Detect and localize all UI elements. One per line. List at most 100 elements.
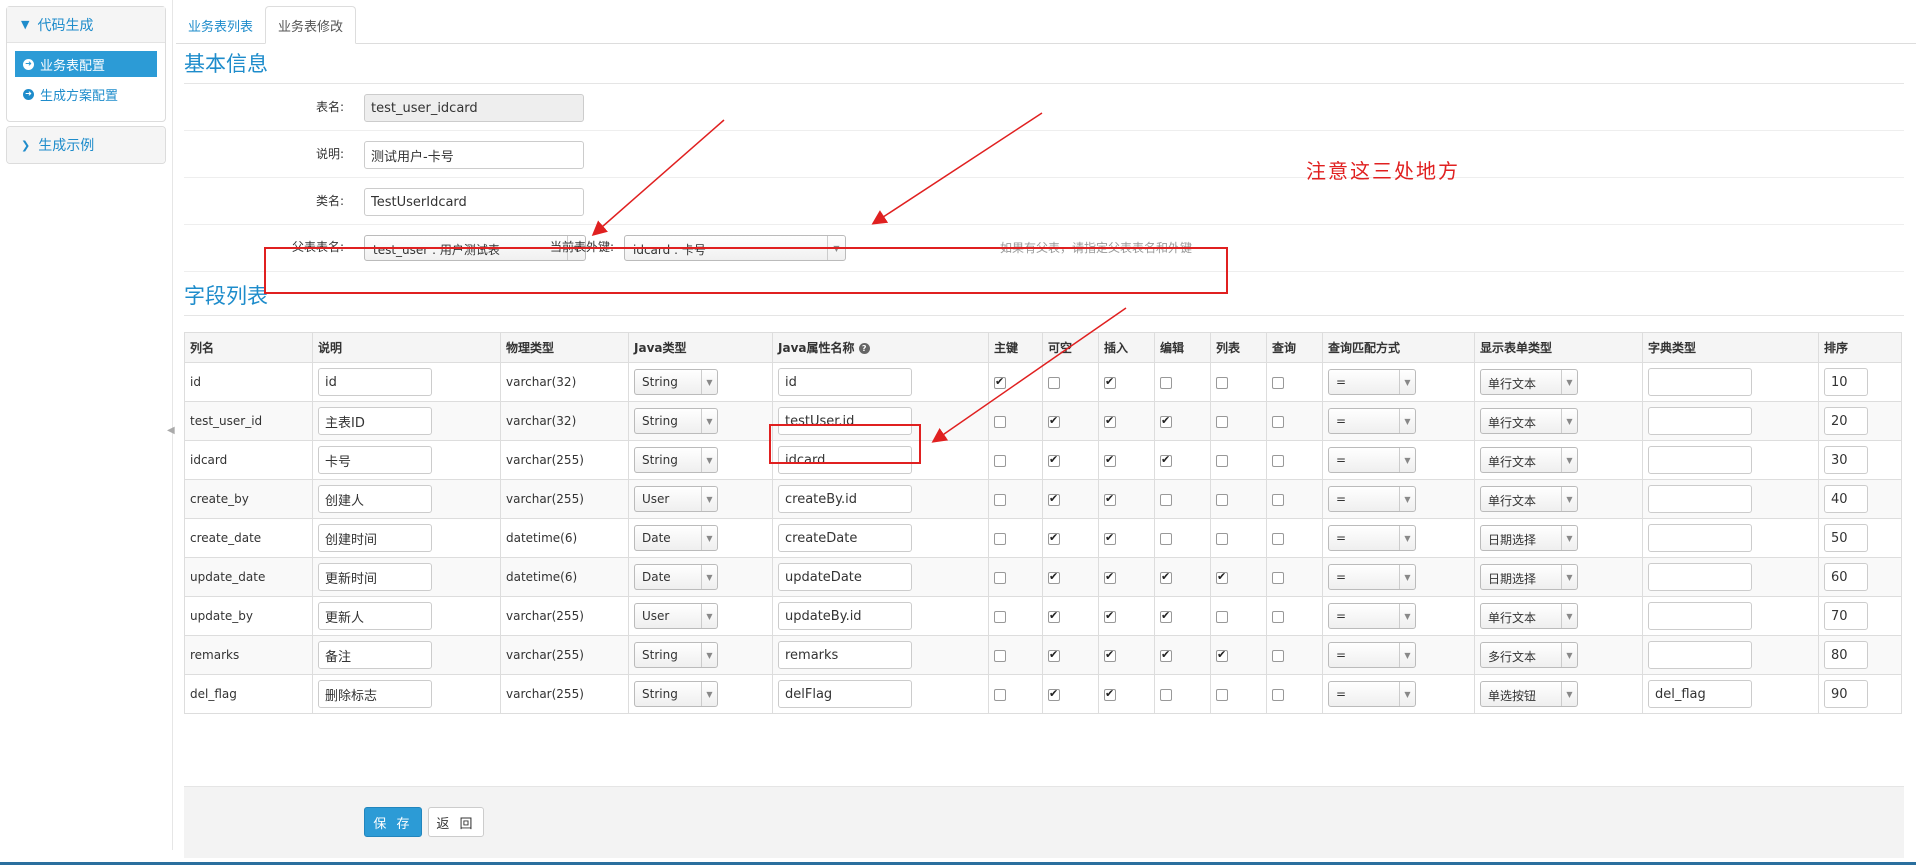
- nullable-checkbox[interactable]: [1048, 414, 1060, 428]
- pk-checkbox[interactable]: [994, 415, 1006, 428]
- query-type-select[interactable]: = ▼: [1328, 486, 1416, 512]
- dict-type-input[interactable]: [1648, 485, 1752, 513]
- question-circle-icon[interactable]: ?: [858, 343, 870, 354]
- comment-input[interactable]: [318, 524, 432, 552]
- nullable-checkbox[interactable]: [1048, 376, 1060, 389]
- sort-input[interactable]: [1824, 524, 1868, 552]
- tab-table-list[interactable]: 业务表列表: [176, 6, 265, 44]
- java-field-input[interactable]: [778, 485, 912, 513]
- query-type-select[interactable]: = ▼: [1328, 447, 1416, 473]
- show-type-select[interactable]: 单行文本 ▼: [1480, 369, 1578, 395]
- sort-input[interactable]: [1824, 485, 1868, 513]
- sort-input[interactable]: [1824, 407, 1868, 435]
- query-checkbox[interactable]: [1272, 415, 1284, 428]
- list-checkbox[interactable]: [1216, 532, 1228, 545]
- tab-table-edit[interactable]: 业务表修改: [265, 6, 357, 44]
- java-type-select[interactable]: String ▼: [634, 447, 718, 473]
- query-checkbox[interactable]: [1272, 610, 1284, 623]
- table-name-input[interactable]: [364, 94, 584, 122]
- pk-checkbox[interactable]: [994, 454, 1006, 467]
- nullable-checkbox[interactable]: [1048, 648, 1060, 662]
- java-type-select[interactable]: Date ▼: [634, 525, 718, 551]
- pk-checkbox[interactable]: [994, 688, 1006, 701]
- java-field-input[interactable]: [778, 680, 912, 708]
- query-checkbox[interactable]: [1272, 376, 1284, 389]
- nullable-checkbox[interactable]: [1048, 609, 1060, 623]
- insert-checkbox[interactable]: [1104, 531, 1116, 545]
- dict-type-input[interactable]: [1648, 680, 1752, 708]
- show-type-select[interactable]: 单行文本 ▼: [1480, 603, 1578, 629]
- java-type-select[interactable]: Date ▼: [634, 564, 718, 590]
- sort-input[interactable]: [1824, 368, 1868, 396]
- show-type-select[interactable]: 单行文本 ▼: [1480, 408, 1578, 434]
- show-type-select[interactable]: 日期选择 ▼: [1480, 564, 1578, 590]
- java-field-input[interactable]: [778, 563, 912, 591]
- nullable-checkbox[interactable]: [1048, 492, 1060, 506]
- dict-type-input[interactable]: [1648, 563, 1752, 591]
- query-checkbox[interactable]: [1272, 532, 1284, 545]
- query-checkbox[interactable]: [1272, 688, 1284, 701]
- pk-checkbox[interactable]: [994, 571, 1006, 584]
- comment-input[interactable]: [318, 407, 432, 435]
- sort-input[interactable]: [1824, 680, 1868, 708]
- dict-type-input[interactable]: [1648, 368, 1752, 396]
- sidebar-item-table-config[interactable]: ➜ 业务表配置: [15, 51, 157, 77]
- list-checkbox[interactable]: [1216, 415, 1228, 428]
- comment-input[interactable]: [318, 680, 432, 708]
- list-checkbox[interactable]: [1216, 376, 1228, 389]
- list-checkbox[interactable]: [1216, 570, 1228, 584]
- sidebar-group-header-examples[interactable]: ❯ 生成示例: [7, 127, 165, 163]
- java-type-select[interactable]: User ▼: [634, 603, 718, 629]
- edit-checkbox[interactable]: [1160, 493, 1172, 506]
- class-name-input[interactable]: [364, 188, 584, 216]
- list-checkbox[interactable]: [1216, 648, 1228, 662]
- query-type-select[interactable]: = ▼: [1328, 642, 1416, 668]
- comment-input[interactable]: [318, 368, 432, 396]
- query-type-select[interactable]: = ▼: [1328, 603, 1416, 629]
- insert-checkbox[interactable]: [1104, 609, 1116, 623]
- java-field-input[interactable]: [778, 602, 912, 630]
- list-checkbox[interactable]: [1216, 493, 1228, 506]
- pk-checkbox[interactable]: [994, 610, 1006, 623]
- sort-input[interactable]: [1824, 602, 1868, 630]
- comment-input[interactable]: [318, 563, 432, 591]
- query-type-select[interactable]: = ▼: [1328, 525, 1416, 551]
- java-type-select[interactable]: User ▼: [634, 486, 718, 512]
- insert-checkbox[interactable]: [1104, 687, 1116, 701]
- java-field-input[interactable]: [778, 368, 912, 396]
- nullable-checkbox[interactable]: [1048, 453, 1060, 467]
- edit-checkbox[interactable]: [1160, 376, 1172, 389]
- java-field-input[interactable]: [778, 641, 912, 669]
- edit-checkbox[interactable]: [1160, 648, 1172, 662]
- nullable-checkbox[interactable]: [1048, 570, 1060, 584]
- sidebar-group-header-codegen[interactable]: ▼ 代码生成: [7, 7, 165, 43]
- query-type-select[interactable]: = ▼: [1328, 681, 1416, 707]
- dict-type-input[interactable]: [1648, 641, 1752, 669]
- dict-type-input[interactable]: [1648, 446, 1752, 474]
- dict-type-input[interactable]: [1648, 407, 1752, 435]
- insert-checkbox[interactable]: [1104, 453, 1116, 467]
- sort-input[interactable]: [1824, 563, 1868, 591]
- list-checkbox[interactable]: [1216, 610, 1228, 623]
- back-button[interactable]: 返 回: [428, 807, 484, 837]
- edit-checkbox[interactable]: [1160, 532, 1172, 545]
- insert-checkbox[interactable]: [1104, 570, 1116, 584]
- sort-input[interactable]: [1824, 641, 1868, 669]
- edit-checkbox[interactable]: [1160, 453, 1172, 467]
- query-checkbox[interactable]: [1272, 649, 1284, 662]
- query-type-select[interactable]: = ▼: [1328, 564, 1416, 590]
- nullable-checkbox[interactable]: [1048, 687, 1060, 701]
- show-type-select[interactable]: 多行文本 ▼: [1480, 642, 1578, 668]
- insert-checkbox[interactable]: [1104, 492, 1116, 506]
- show-type-select[interactable]: 日期选择 ▼: [1480, 525, 1578, 551]
- query-checkbox[interactable]: [1272, 571, 1284, 584]
- insert-checkbox[interactable]: [1104, 375, 1116, 389]
- edit-checkbox[interactable]: [1160, 688, 1172, 701]
- sort-input[interactable]: [1824, 446, 1868, 474]
- java-type-select[interactable]: String ▼: [634, 369, 718, 395]
- comment-input[interactable]: [318, 485, 432, 513]
- query-type-select[interactable]: = ▼: [1328, 408, 1416, 434]
- pk-checkbox[interactable]: [994, 532, 1006, 545]
- comment-input[interactable]: [318, 641, 432, 669]
- nullable-checkbox[interactable]: [1048, 531, 1060, 545]
